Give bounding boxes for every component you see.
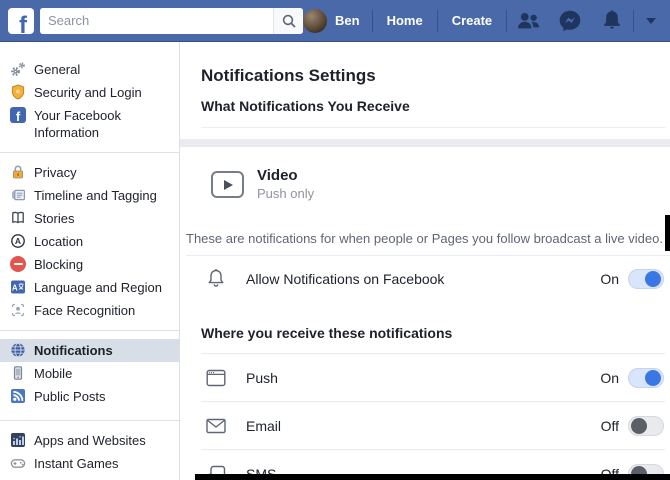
- sidebar-item-label: Your Facebook Information: [34, 108, 121, 140]
- sidebar-item-notifications[interactable]: Notifications: [0, 339, 179, 362]
- sidebar-item-language-and-region[interactable]: A Language and Region: [0, 276, 179, 299]
- section-heading: What Notifications You Receive: [201, 98, 410, 114]
- svg-text:A: A: [15, 236, 21, 246]
- search-button[interactable]: [273, 7, 303, 34]
- notifications-settings-main: Notifications Settings What Notification…: [180, 42, 670, 480]
- sidebar-item-security-and-login[interactable]: Security and Login: [0, 81, 179, 104]
- language-square-icon: A: [10, 279, 26, 295]
- push-toggle[interactable]: [628, 367, 664, 388]
- game-controller-icon: [10, 455, 26, 471]
- open-book-icon: [10, 210, 26, 226]
- messenger-icon[interactable]: [557, 8, 583, 34]
- sidebar-item-label: Public Posts: [34, 389, 106, 404]
- sidebar-divider: [0, 152, 179, 153]
- sidebar-item-mobile[interactable]: Mobile: [0, 362, 179, 385]
- sidebar-item-instant-games[interactable]: Instant Games: [0, 452, 179, 475]
- globe-icon: [10, 342, 26, 358]
- facebook-logo[interactable]: f: [8, 7, 34, 34]
- top-navbar: f Ben Home Create: [0, 0, 670, 42]
- sidebar-item-stories[interactable]: Stories: [0, 207, 179, 230]
- create-link[interactable]: Create: [438, 13, 506, 28]
- home-link[interactable]: Home: [373, 13, 437, 28]
- sidebar-item-label: General: [34, 62, 81, 77]
- navbar-right: Ben Home Create: [303, 8, 662, 34]
- video-section-title: Video: [257, 167, 298, 184]
- video-section-header[interactable]: Video Push only: [180, 167, 670, 202]
- sidebar-item-label: Face Recognition: [34, 303, 136, 318]
- sidebar-item-apps-and-websites[interactable]: Apps and Websites: [0, 429, 179, 452]
- scrollbar-thumb[interactable]: [665, 215, 670, 251]
- sidebar-item-timeline-and-tagging[interactable]: Timeline and Tagging: [0, 184, 179, 207]
- channel-label: Email: [246, 417, 282, 434]
- svg-text:A: A: [12, 283, 18, 292]
- sidebar-item-label: Security and Login: [34, 85, 142, 100]
- sidebar-item-location[interactable]: A Location: [0, 230, 179, 253]
- sidebar-divider: [0, 420, 179, 421]
- allow-notifications-label: Allow Notifications on Facebook: [246, 271, 445, 287]
- channel-label: Push: [246, 369, 278, 386]
- where-heading: Where you receive these notifications: [201, 325, 453, 341]
- blocked-circle-icon: [10, 256, 26, 272]
- sidebar-item-your-facebook-information[interactable]: f Your Facebook Information: [0, 104, 179, 144]
- email-toggle[interactable]: [628, 415, 664, 436]
- sidebar-item-label: Stories: [34, 211, 75, 226]
- browser-window-icon: [204, 366, 228, 390]
- sidebar-item-face-recognition[interactable]: Face Recognition: [0, 299, 179, 322]
- apps-chart-icon: [10, 432, 26, 448]
- envelope-icon: [204, 414, 228, 438]
- header-divider: [201, 127, 665, 128]
- video-description: These are notifications for when people …: [186, 231, 663, 246]
- progress-bar-artifact: [195, 474, 670, 480]
- sidebar-item-public-posts[interactable]: Public Posts: [0, 385, 179, 408]
- push-channel-row: Push On: [180, 354, 670, 401]
- video-notifications-card: Video Push only These are notifications …: [180, 147, 670, 480]
- toggle-state-label: On: [600, 369, 619, 386]
- rss-square-icon: [10, 388, 26, 404]
- facebook-square-icon: f: [10, 107, 26, 123]
- friend-requests-icon[interactable]: [515, 8, 541, 34]
- sidebar-item-blocking[interactable]: Blocking: [0, 253, 179, 276]
- sidebar-item-label: Apps and Websites: [34, 433, 146, 448]
- search-icon: [282, 14, 296, 28]
- sidebar-item-label: Location: [34, 234, 84, 249]
- page-title: Notifications Settings: [201, 66, 376, 85]
- sidebar-item-label: Blocking: [34, 257, 84, 272]
- sidebar-item-label: Privacy: [34, 165, 77, 180]
- video-section-subtitle: Push only: [257, 186, 315, 201]
- sidebar-item-general[interactable]: General: [0, 58, 179, 81]
- settings-header: Notifications Settings What Notification…: [180, 42, 670, 139]
- timeline-icon: [10, 187, 26, 203]
- face-frame-icon: [10, 302, 26, 318]
- profile-link[interactable]: Ben: [335, 13, 360, 28]
- search-bar: [40, 7, 303, 34]
- sidebar-divider: [0, 330, 179, 331]
- video-play-icon: [211, 171, 244, 198]
- circle-a-location-icon: A: [10, 233, 26, 249]
- toggle-state-label: On: [600, 271, 619, 287]
- padlock-icon: [10, 164, 26, 180]
- settings-sidebar: General Security and Login f Your Facebo…: [0, 42, 180, 480]
- toggle-state-label: Off: [600, 417, 619, 434]
- gold-shield-icon: [10, 84, 26, 100]
- navbar-divider: [506, 9, 508, 32]
- sidebar-item-label: Timeline and Tagging: [34, 188, 157, 203]
- profile-avatar[interactable]: [303, 8, 327, 33]
- navbar-divider: [633, 9, 635, 32]
- sidebar-item-label: Language and Region: [34, 280, 162, 295]
- account-menu-caret-icon[interactable]: [646, 17, 657, 24]
- search-input[interactable]: [40, 7, 273, 34]
- notifications-bell-icon[interactable]: [599, 8, 625, 34]
- settings-page: General Security and Login f Your Facebo…: [0, 42, 670, 480]
- email-channel-row: Email Off: [180, 402, 670, 449]
- mobile-phone-icon: [10, 365, 26, 381]
- gears-icon: [10, 61, 26, 77]
- sidebar-item-privacy[interactable]: Privacy: [0, 161, 179, 184]
- sidebar-item-label: Instant Games: [34, 456, 119, 471]
- bell-outline-icon: [204, 267, 228, 291]
- allow-notifications-row: Allow Notifications on Facebook On: [180, 256, 670, 302]
- sidebar-item-label: Notifications: [34, 343, 113, 358]
- allow-notifications-toggle[interactable]: [628, 269, 664, 289]
- sidebar-item-label: Mobile: [34, 366, 73, 381]
